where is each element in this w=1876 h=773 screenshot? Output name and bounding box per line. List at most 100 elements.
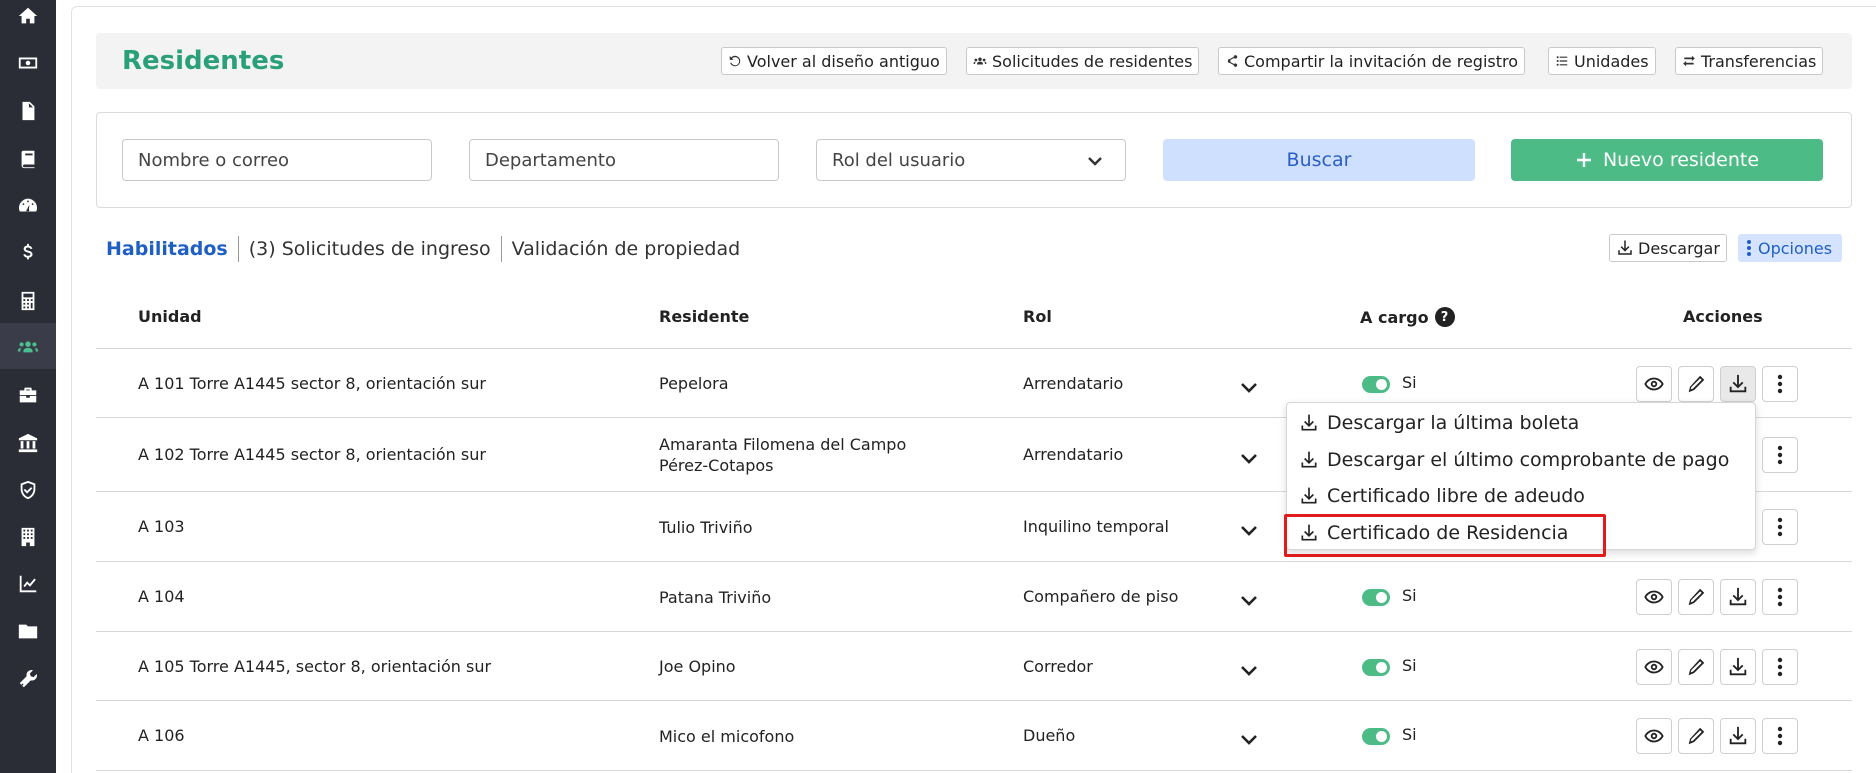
options-button[interactable]: Opciones [1738, 234, 1843, 262]
resident-requests-button[interactable]: Solicitudes de residentes [966, 47, 1200, 75]
in-charge-toggle[interactable] [1362, 589, 1390, 606]
kebab-icon [1777, 587, 1783, 607]
menu-item-last-bill[interactable]: Descargar la última boleta [1299, 408, 1579, 438]
more-options-button[interactable] [1762, 648, 1798, 685]
sidebar-item-calculator[interactable] [0, 278, 56, 324]
tab-entry-requests[interactable]: (3) Solicitudes de ingreso [239, 238, 501, 260]
transfers-button[interactable]: Transferencias [1675, 47, 1824, 75]
role-dropdown-toggle[interactable] [1240, 378, 1258, 393]
view-button[interactable] [1636, 365, 1672, 402]
in-charge-label: Si [1402, 586, 1417, 605]
pencil-icon [1688, 727, 1705, 745]
sidebar-item-finance[interactable] [0, 230, 56, 276]
menu-item-residence-certificate[interactable]: Certificado de Residencia [1299, 518, 1568, 548]
unit-cell: A 105 Torre A1445, sector 8, orientación… [138, 656, 492, 676]
book-icon [21, 150, 35, 169]
sidebar-item-bank[interactable] [0, 420, 56, 466]
edit-button[interactable] [1678, 579, 1714, 615]
download-icon [1729, 374, 1747, 392]
menu-item-last-receipt[interactable]: Descargar el último comprobante de pago [1299, 445, 1729, 475]
list-icon [1556, 56, 1568, 66]
column-header-actions: Acciones [1683, 307, 1763, 326]
table-row: A 104 Patana Triviño Compañero de piso Si [96, 562, 1852, 632]
more-options-button[interactable] [1762, 579, 1798, 615]
share-invitation-button[interactable]: Compartir la invitación de registro [1218, 47, 1526, 75]
sidebar-item-tools[interactable] [0, 656, 56, 702]
chevron-down-icon [1241, 735, 1257, 745]
tab-property-validation[interactable]: Validación de propiedad [502, 238, 751, 260]
old-design-label: Volver al diseño antiguo [747, 51, 940, 71]
eye-icon [1644, 660, 1664, 673]
more-options-button[interactable] [1762, 718, 1798, 754]
user-role-select[interactable]: Rol del usuario [816, 139, 1126, 181]
help-icon[interactable]: ? [1434, 307, 1455, 327]
view-button[interactable] [1636, 718, 1672, 754]
old-design-button[interactable]: Volver al diseño antiguo [721, 47, 947, 75]
chevron-down-icon [1241, 596, 1257, 606]
role-dropdown-toggle[interactable] [1240, 521, 1258, 536]
new-resident-button[interactable]: Nuevo residente [1511, 139, 1823, 181]
sidebar-item-dashboard[interactable] [0, 183, 56, 229]
in-charge-toggle[interactable] [1362, 658, 1390, 676]
transfer-icon [1683, 55, 1695, 67]
menu-item-debt-free-certificate[interactable]: Certificado libre de adeudo [1299, 481, 1585, 511]
units-button[interactable]: Unidades [1548, 47, 1656, 75]
chevron-down-icon [1241, 454, 1257, 464]
sidebar-item-files[interactable] [0, 608, 56, 654]
more-options-button[interactable] [1762, 365, 1798, 402]
sidebar-item-building[interactable] [0, 514, 56, 560]
download-row-button[interactable] [1720, 579, 1756, 615]
in-charge-header-label: A cargo [1360, 307, 1429, 327]
department-input[interactable]: Departamento [469, 139, 779, 181]
in-charge-toggle[interactable] [1362, 375, 1390, 393]
unit-cell: A 104 [138, 587, 185, 606]
role-dropdown-toggle[interactable] [1240, 591, 1258, 606]
shield-icon [20, 480, 36, 500]
name-email-input[interactable]: Nombre o correo [122, 139, 432, 181]
resident-name-line: Pérez-Cotapos [659, 456, 774, 475]
view-button[interactable] [1636, 648, 1672, 685]
download-icon [1729, 587, 1747, 606]
download-button[interactable]: Descargar [1609, 234, 1727, 262]
kebab-icon [1747, 240, 1751, 256]
kebab-icon [1777, 657, 1783, 676]
more-options-button[interactable] [1762, 509, 1798, 545]
download-icon [1618, 240, 1632, 255]
kebab-icon [1777, 726, 1783, 746]
sidebar [0, 0, 56, 773]
user-role-select-value: Rol del usuario [832, 149, 966, 171]
sidebar-item-briefcase[interactable] [0, 372, 56, 418]
download-row-button[interactable] [1720, 648, 1756, 685]
more-options-button[interactable] [1762, 437, 1798, 473]
sidebar-item-reports[interactable] [0, 561, 56, 607]
edit-button[interactable] [1678, 365, 1714, 402]
role-dropdown-toggle[interactable] [1240, 730, 1258, 745]
menu-item-label: Certificado de Residencia [1327, 522, 1569, 544]
in-charge-label: Si [1402, 655, 1417, 675]
eye-icon [1644, 590, 1664, 604]
resident-name-line: Tulio Triviño [659, 517, 753, 537]
transfers-label: Transferencias [1701, 51, 1817, 71]
sidebar-item-home[interactable] [0, 0, 56, 39]
tab-enabled[interactable]: Habilitados [106, 238, 238, 260]
search-button[interactable]: Buscar [1163, 139, 1475, 181]
sidebar-item-book[interactable] [0, 136, 56, 182]
edit-button[interactable] [1678, 648, 1714, 685]
sidebar-item-money[interactable] [0, 40, 56, 86]
resident-name-line: Mico el micofono [659, 726, 795, 746]
download-row-button[interactable] [1720, 718, 1756, 754]
in-charge-toggle[interactable] [1362, 728, 1390, 745]
pencil-icon [1688, 588, 1705, 606]
kebab-icon [1777, 517, 1783, 537]
edit-button[interactable] [1678, 718, 1714, 754]
role-dropdown-toggle[interactable] [1240, 449, 1258, 464]
document-icon [22, 101, 35, 121]
view-button[interactable] [1636, 579, 1672, 615]
sidebar-item-security[interactable] [0, 467, 56, 513]
sidebar-item-documents[interactable] [0, 88, 56, 134]
role-dropdown-toggle[interactable] [1240, 661, 1258, 676]
undo-icon [729, 55, 741, 67]
menu-item-label: Descargar la última boleta [1327, 412, 1580, 434]
sidebar-item-residents[interactable] [0, 323, 56, 369]
download-row-button[interactable] [1720, 365, 1756, 402]
